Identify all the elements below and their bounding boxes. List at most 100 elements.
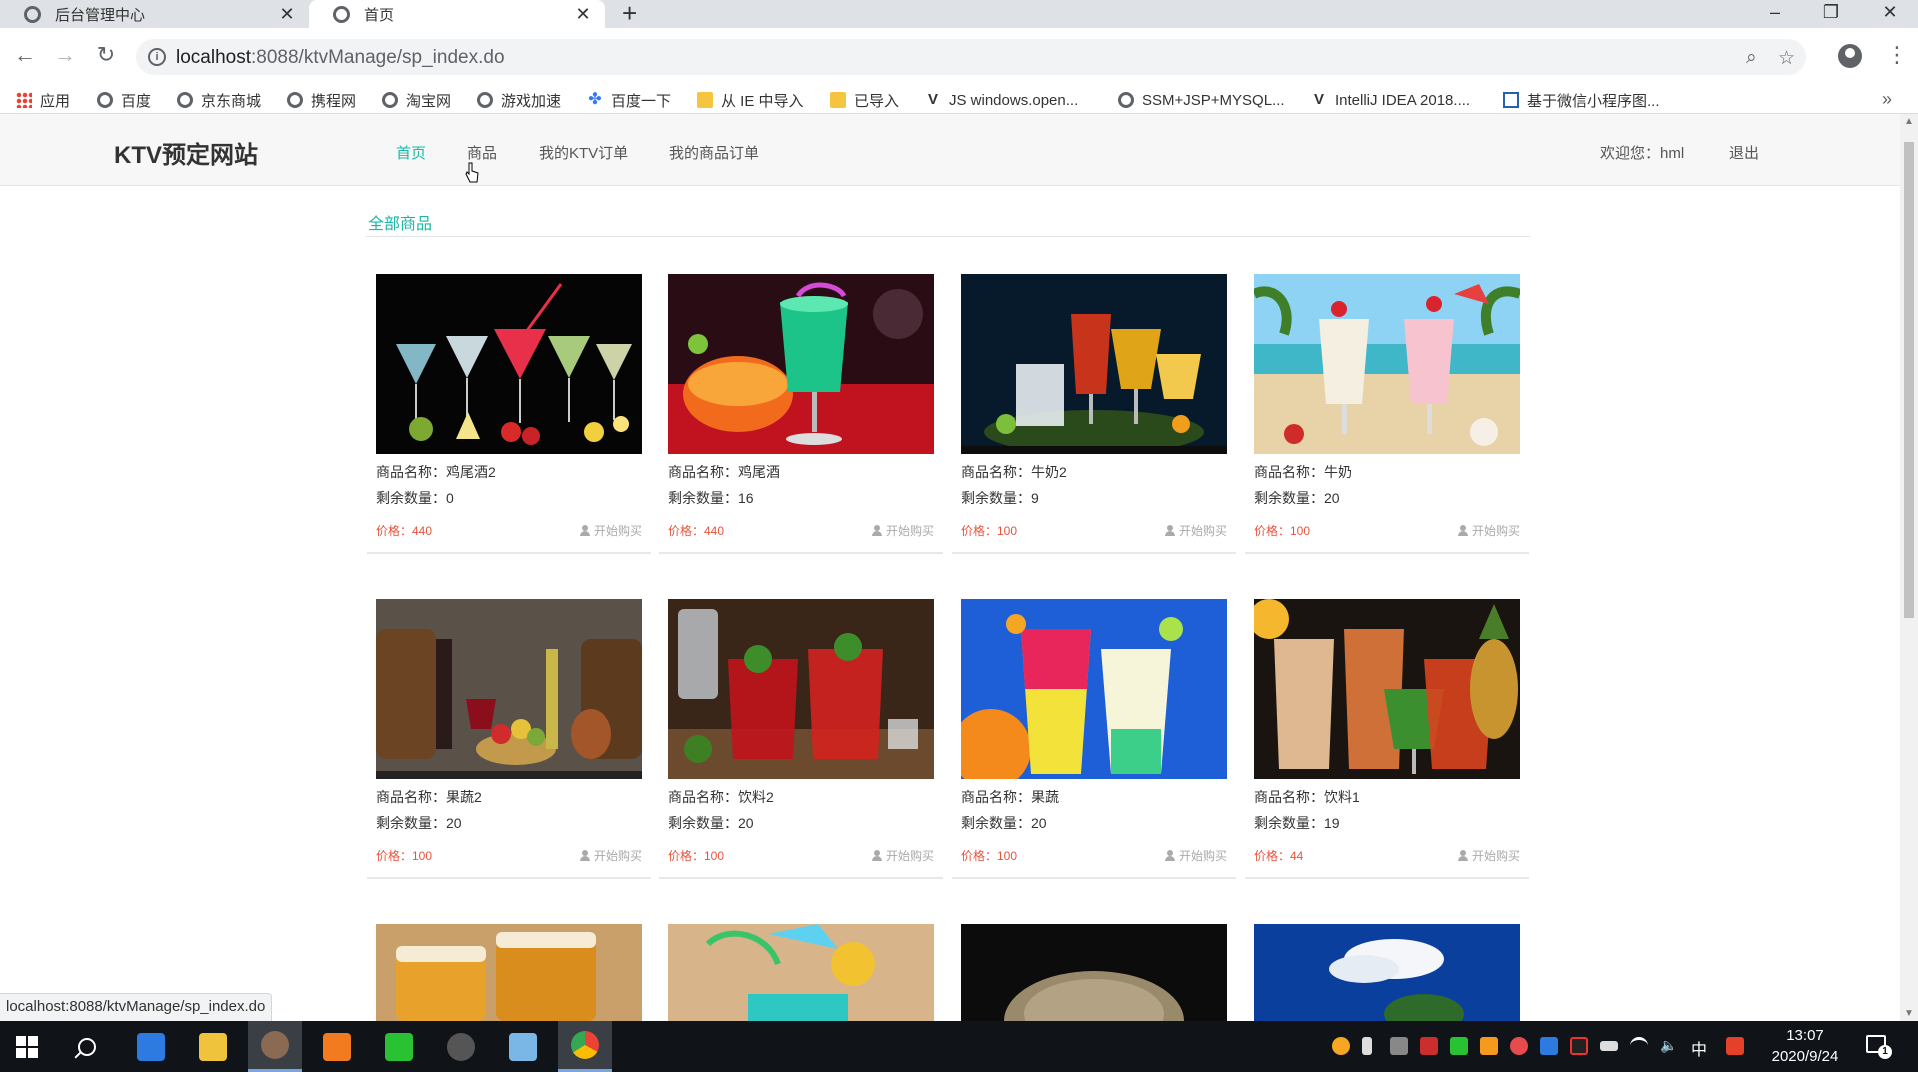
bookmark-taobao[interactable]: 淘宝网	[382, 90, 451, 110]
microphone-icon[interactable]	[1362, 1037, 1372, 1055]
buy-button[interactable]: 开始购买	[579, 522, 642, 539]
nav-products[interactable]: 商品	[467, 142, 497, 163]
tray-app-icon[interactable]	[1420, 1037, 1438, 1055]
browser-tab-admin[interactable]: 后台管理中心 ✕	[0, 0, 309, 28]
bookmark-folder-imported[interactable]: 已导入	[830, 90, 899, 110]
buy-button[interactable]: 开始购买	[1457, 847, 1520, 864]
back-arrow-icon[interactable]: ←	[10, 42, 40, 68]
reload-icon[interactable]: ↻	[91, 42, 121, 68]
buy-button[interactable]: 开始购买	[871, 847, 934, 864]
buy-button[interactable]: 开始购买	[1164, 522, 1227, 539]
close-icon[interactable]: ✕	[275, 4, 299, 25]
iqiyi-icon[interactable]	[1450, 1037, 1468, 1055]
globe-icon	[287, 92, 303, 108]
bookmark-jd[interactable]: 京东商城	[177, 90, 261, 110]
profile-icon[interactable]	[1838, 44, 1862, 68]
scroll-down-icon[interactable]: ▼	[1900, 1008, 1918, 1019]
tray-app-icon[interactable]	[1332, 1037, 1350, 1055]
product-card[interactable]: 商品名称：鸡尾酒2 剩余数量：0 价格：440 开始购买	[367, 274, 651, 554]
close-window-button[interactable]: ✕	[1862, 0, 1918, 28]
bookmark-js-windows-open[interactable]: V JS windows.open...	[925, 90, 1078, 110]
nav-my-ktv-orders[interactable]: 我的KTV订单	[539, 142, 628, 163]
nav-my-product-orders[interactable]: 我的商品订单	[669, 142, 759, 163]
product-image-beer[interactable]	[376, 924, 642, 1021]
star-icon[interactable]: ☆	[1778, 47, 1795, 70]
buy-button[interactable]: 开始购买	[1457, 522, 1520, 539]
bookmark-baidu[interactable]: 百度	[97, 90, 151, 110]
minimize-button[interactable]: –	[1747, 0, 1803, 28]
bookmark-game-accel[interactable]: 游戏加速	[477, 90, 561, 110]
bookmark-wechat-miniprogram[interactable]: 基于微信小程序图...	[1503, 90, 1660, 110]
product-image-milk[interactable]	[1254, 274, 1520, 454]
product-image-fruit-veg[interactable]	[376, 599, 642, 779]
product-image-cocktail[interactable]	[668, 274, 934, 454]
search-button[interactable]	[60, 1021, 114, 1072]
product-image-cocktail[interactable]	[376, 274, 642, 454]
bookmark-apps[interactable]: 应用	[16, 90, 70, 110]
info-icon[interactable]: i	[148, 48, 166, 66]
product-image-milk[interactable]	[961, 274, 1227, 454]
bookmark-ctrip[interactable]: 携程网	[287, 90, 356, 110]
sogou-icon[interactable]	[1726, 1037, 1744, 1055]
search-icon[interactable]	[1480, 1037, 1498, 1055]
chevron-right-icon[interactable]: »	[1882, 86, 1892, 114]
product-card[interactable]: 商品名称：牛奶 剩余数量：20 价格：100 开始购买	[1245, 274, 1529, 554]
folder-icon	[830, 92, 846, 108]
new-tab-button[interactable]: +	[622, 0, 637, 28]
product-card[interactable]: 商品名称：鸡尾酒 剩余数量：16 价格：440 开始购买	[659, 274, 943, 554]
buy-button[interactable]: 开始购买	[1164, 847, 1227, 864]
taskbar-settings[interactable]	[434, 1021, 488, 1072]
scroll-up-icon[interactable]: ▲	[1900, 116, 1918, 127]
product-card[interactable]: 商品名称：果蔬2 剩余数量：20 价格：100 开始购买	[367, 599, 651, 879]
product-card[interactable]: 商品名称：果蔬 剩余数量：20 价格：100 开始购买	[952, 599, 1236, 879]
site-logo[interactable]: KTV预定网站	[114, 135, 258, 170]
tray-app-icon[interactable]	[1390, 1037, 1408, 1055]
nav-home[interactable]: 首页	[396, 142, 426, 163]
close-icon[interactable]: ✕	[571, 4, 595, 25]
logout-link[interactable]: 退出	[1729, 142, 1759, 163]
forward-arrow-icon[interactable]: →	[50, 42, 80, 68]
bookmark-folder-ie[interactable]: 从 IE 中导入	[697, 90, 804, 110]
ime-indicator[interactable]: 中	[1691, 1036, 1707, 1060]
qq-icon[interactable]	[1570, 1037, 1588, 1055]
bookmark-intellij[interactable]: V IntelliJ IDEA 2018....	[1311, 90, 1470, 110]
browser-tab-home[interactable]: 首页 ✕	[309, 0, 605, 28]
taskbar-app-blue[interactable]	[496, 1021, 550, 1072]
buy-button[interactable]: 开始购买	[579, 847, 642, 864]
bookmark-ssm-jsp[interactable]: SSM+JSP+MYSQL...	[1118, 90, 1285, 110]
taskbar-store[interactable]	[124, 1021, 178, 1072]
product-card[interactable]: 商品名称：牛奶2 剩余数量：9 价格：100 开始购买	[952, 274, 1236, 554]
product-card[interactable]: 商品名称：饮料2 剩余数量：20 价格：100 开始购买	[659, 599, 943, 879]
bookmark-baidu-search[interactable]: ✤ 百度一下	[587, 90, 671, 110]
page-scrollbar[interactable]: ▲ ▼	[1900, 114, 1918, 1021]
shield-icon[interactable]	[1540, 1037, 1558, 1055]
product-image-drink[interactable]	[668, 599, 934, 779]
store-icon	[137, 1032, 165, 1061]
zoom-icon[interactable]: ⌕	[1746, 47, 1757, 69]
volume-icon[interactable]: 🔈	[1660, 1037, 1678, 1055]
taskbar-chrome[interactable]	[558, 1021, 612, 1072]
taskbar-explorer[interactable]	[186, 1021, 240, 1072]
wifi-icon[interactable]	[1630, 1037, 1648, 1055]
restore-button[interactable]: ❐	[1803, 0, 1859, 28]
scrollbar-thumb[interactable]	[1904, 142, 1914, 618]
battery-icon[interactable]	[1600, 1041, 1618, 1051]
tray-app-icon[interactable]	[1510, 1037, 1528, 1055]
product-name: 商品名称：牛奶	[1254, 464, 1352, 480]
product-image-cocktail[interactable]	[668, 924, 934, 1021]
buy-button[interactable]: 开始购买	[871, 522, 934, 539]
taskbar-app-orange[interactable]	[310, 1021, 364, 1072]
product-image-drink[interactable]	[1254, 599, 1520, 779]
taskbar-iqiyi[interactable]	[372, 1021, 426, 1072]
product-card[interactable]: 商品名称：饮料1 剩余数量：19 价格：44 开始购买	[1245, 599, 1529, 879]
taskbar-photo-app[interactable]	[248, 1021, 302, 1072]
product-image-tree[interactable]	[961, 924, 1227, 1021]
product-image-tree[interactable]	[1254, 924, 1520, 1021]
clock[interactable]: 13:07 2020/9/24	[1760, 1025, 1850, 1067]
start-button[interactable]	[0, 1021, 54, 1072]
product-image-fruit-veg[interactable]	[961, 599, 1227, 779]
url-text[interactable]: localhost:8088/ktvManage/sp_index.do	[176, 47, 505, 69]
kebab-menu-icon[interactable]: ⋮	[1886, 42, 1908, 68]
jetbrains-icon: V	[927, 91, 938, 108]
address-bar[interactable]: i localhost:8088/ktvManage/sp_index.do ⌕…	[136, 39, 1806, 75]
